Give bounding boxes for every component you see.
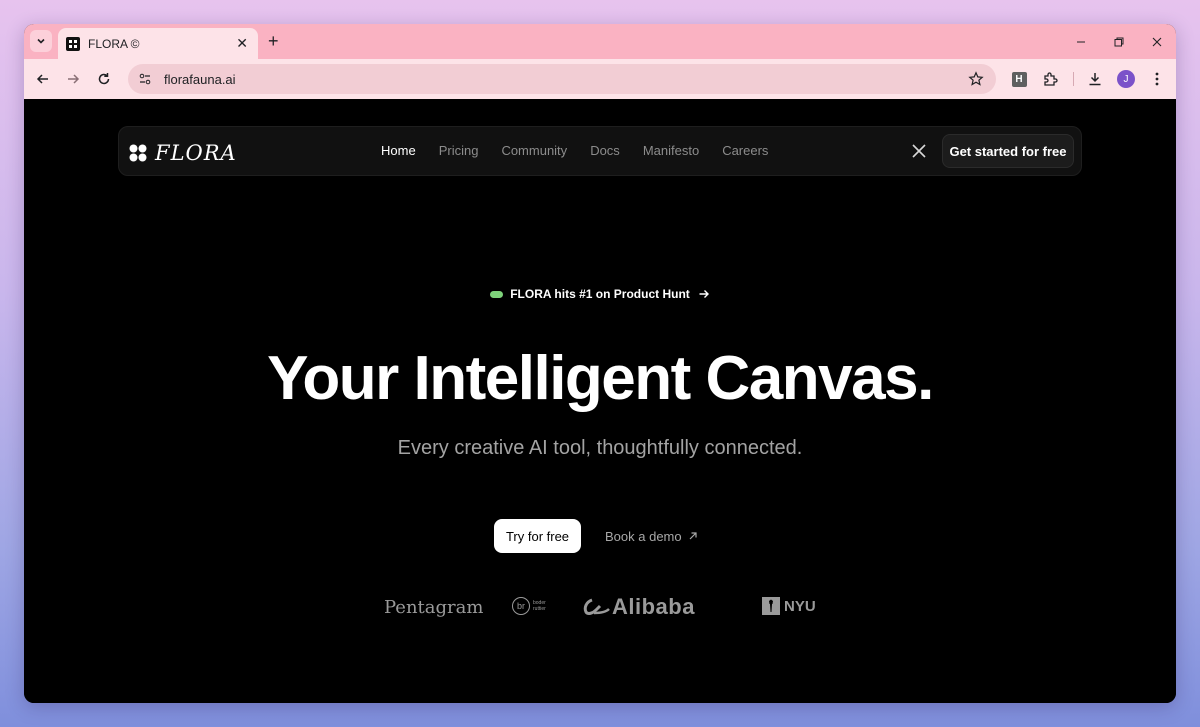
browser-toolbar: florafauna.ai H J (24, 59, 1176, 99)
nyu-logo: NYU (762, 597, 816, 615)
more-vertical-icon (1155, 72, 1159, 86)
url-text[interactable]: florafauna.ai (164, 72, 968, 87)
flora-logo-icon (66, 36, 80, 51)
downloads-button[interactable] (1085, 69, 1105, 89)
minimize-icon (1077, 41, 1085, 42)
extension-h-icon: H (1011, 71, 1027, 87)
x-logo-icon[interactable] (912, 144, 926, 158)
nyu-wordmark: NYU (784, 597, 816, 615)
site-navbar: FLORA Home Pricing Community Docs Manife… (118, 126, 1082, 176)
bodo-wordmark: boder ruttier (533, 600, 546, 612)
nav-link-community[interactable]: Community (501, 143, 567, 158)
bookmark-star-icon[interactable] (968, 71, 984, 87)
announcement-text: FLORA hits #1 on Product Hunt (510, 287, 690, 301)
download-icon (1089, 73, 1101, 86)
forward-button[interactable] (63, 69, 83, 89)
book-demo-link[interactable]: Book a demo (605, 519, 698, 553)
tab-strip: FLORA © ✕ + (24, 24, 1176, 59)
browser-window: FLORA © ✕ + florafauna.ai H J FLORA Home… (24, 24, 1176, 703)
reload-button[interactable] (94, 69, 114, 89)
pentagram-logo: Pentagram (384, 597, 484, 618)
puzzle-icon (1044, 72, 1058, 86)
extension-h-button[interactable]: H (1009, 69, 1029, 89)
bodo-mark: br (512, 597, 530, 615)
hero-title: Your Intelligent Canvas. (267, 344, 934, 413)
bodo-ruttier-logo: br boder ruttier (512, 597, 553, 615)
back-button[interactable] (33, 69, 53, 89)
torch-icon (762, 597, 780, 615)
flora-logo[interactable]: FLORA (129, 141, 237, 165)
new-tab-button[interactable]: + (268, 32, 279, 50)
profile-button[interactable]: J (1116, 69, 1136, 89)
client-logos: Pentagram br boder ruttier Alibaba NYU (24, 593, 1176, 623)
forward-arrow-icon (68, 74, 80, 84)
nav-link-home[interactable]: Home (381, 143, 416, 158)
extensions-button[interactable] (1040, 69, 1060, 89)
close-tab-icon[interactable]: ✕ (236, 35, 248, 52)
restore-icon (1114, 37, 1124, 46)
page-content: FLORA Home Pricing Community Docs Manife… (24, 99, 1176, 703)
nav-link-docs[interactable]: Docs (590, 143, 620, 158)
try-for-free-button[interactable]: Try for free (494, 519, 581, 553)
window-controls (1062, 24, 1176, 59)
alibaba-mark-icon (583, 598, 610, 615)
nav-link-pricing[interactable]: Pricing (439, 143, 479, 158)
arrow-up-right-icon (689, 532, 697, 540)
nav-link-manifesto[interactable]: Manifesto (643, 143, 699, 158)
address-bar[interactable]: florafauna.ai (128, 64, 996, 94)
avatar: J (1117, 70, 1135, 88)
product-hunt-announcement[interactable]: FLORA hits #1 on Product Hunt (24, 287, 1176, 301)
alibaba-wordmark: Alibaba (612, 594, 695, 619)
hero-subtitle: Every creative AI tool, thoughtfully con… (397, 437, 803, 459)
logo-wordmark: FLORA (155, 141, 237, 165)
toolbar-divider (1073, 72, 1074, 86)
close-icon (1152, 37, 1162, 46)
chevron-down-icon (37, 38, 45, 44)
get-started-button[interactable]: Get started for free (942, 134, 1074, 168)
arrow-right-icon (699, 290, 709, 298)
back-arrow-icon (36, 74, 48, 84)
minimize-button[interactable] (1062, 24, 1100, 59)
close-window-button[interactable] (1138, 24, 1176, 59)
site-info-icon[interactable] (136, 70, 154, 88)
tab-title: FLORA © (88, 36, 140, 51)
browser-menu-button[interactable] (1147, 69, 1167, 89)
alibaba-logo: Alibaba (582, 594, 695, 620)
nav-links: Home Pricing Community Docs Manifesto Ca… (381, 143, 791, 158)
nav-link-careers[interactable]: Careers (722, 143, 768, 158)
browser-tab[interactable]: FLORA © ✕ (58, 28, 258, 59)
book-demo-label: Book a demo (605, 528, 682, 544)
restore-button[interactable] (1100, 24, 1138, 59)
reload-icon (98, 73, 110, 85)
flora-flower-icon (129, 144, 147, 162)
status-dot (490, 290, 504, 298)
tab-search-button[interactable] (30, 30, 52, 52)
